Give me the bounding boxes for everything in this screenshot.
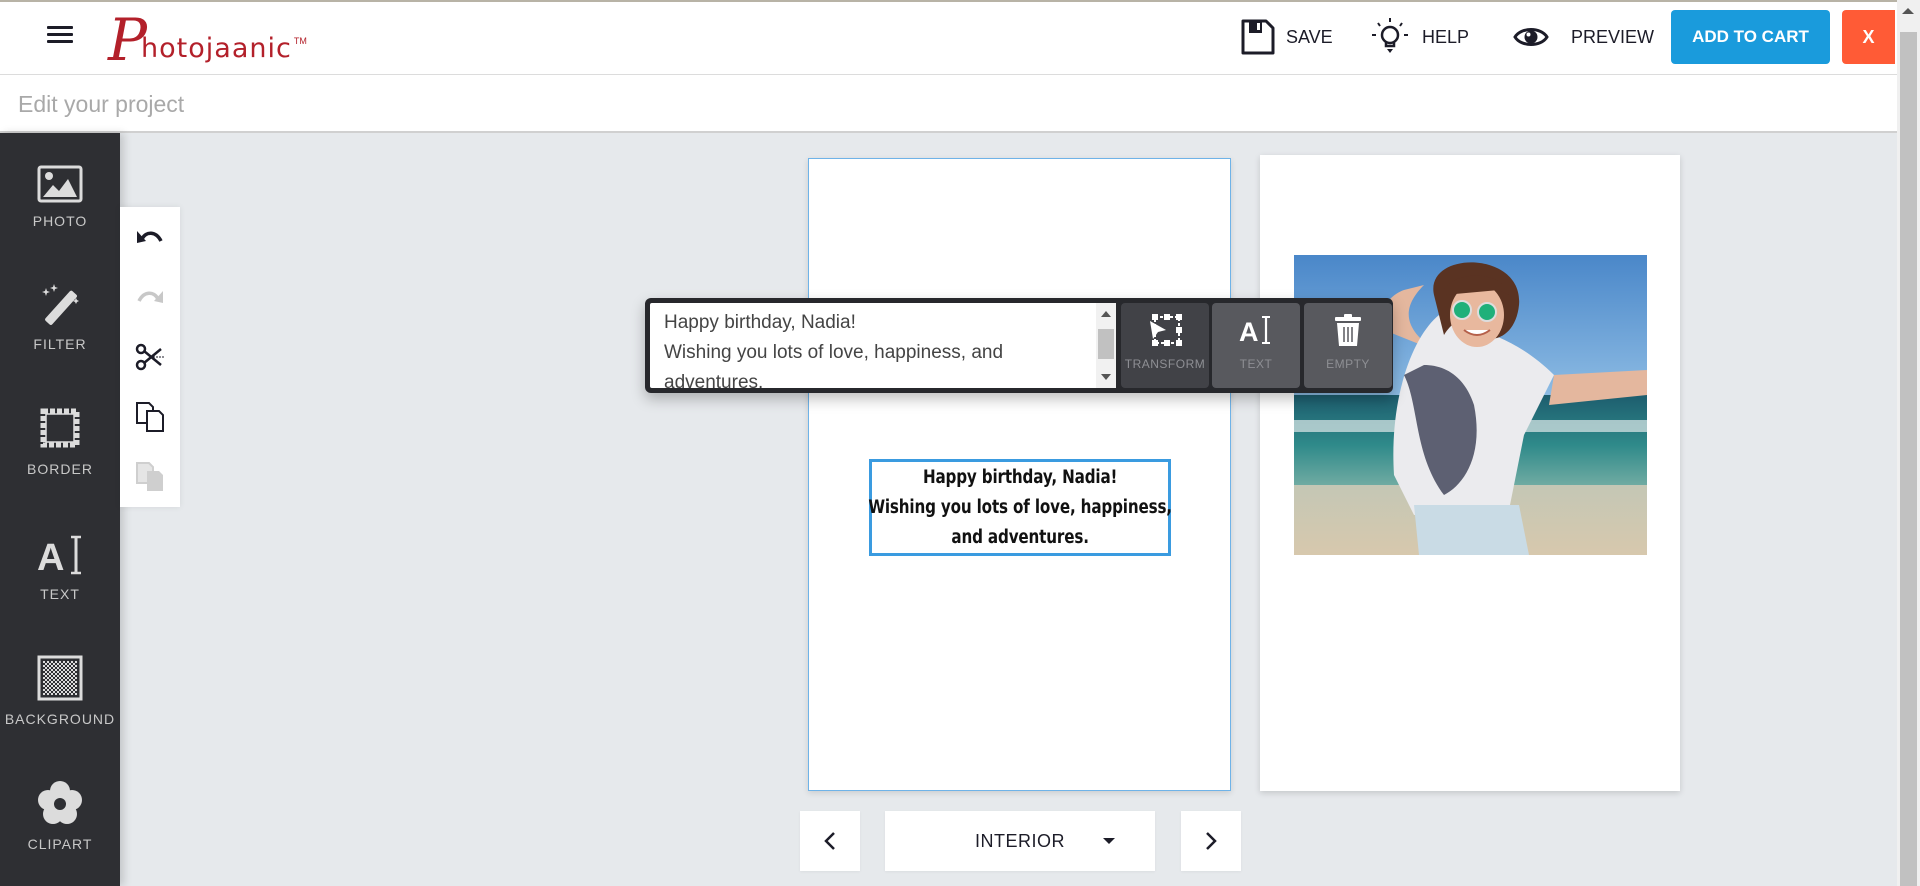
help-button[interactable]: HELP [1368,12,1469,62]
scroll-up-arrow-icon[interactable] [1101,311,1111,317]
save-label: SAVE [1286,26,1333,47]
sidebar-item-filter[interactable]: FILTER [0,276,120,376]
empty-button[interactable]: EMPTY [1304,303,1392,388]
sidebar-item-border[interactable]: BORDER [0,401,120,501]
scroll-down-arrow-icon[interactable] [1101,374,1111,380]
page-select-dropdown[interactable]: INTERIOR [885,811,1155,871]
project-title-bar: Edit your project [0,75,1897,133]
card-text-line-3: and adventures. [951,526,1089,548]
empty-label: EMPTY [1326,357,1370,371]
preview-label: PREVIEW [1571,26,1655,47]
text-edit-popup: TRANSFORM A TEXT EMPTY [645,298,1393,393]
scissors-icon [135,343,164,371]
paste-icon [136,462,163,491]
scroll-thumb[interactable] [1900,32,1917,886]
card-text-box[interactable]: Happy birthday, Nadia! Wishing you lots … [868,459,1172,556]
redo-icon [137,291,163,303]
card-page-right[interactable] [1260,155,1680,791]
text-edit-input[interactable] [650,303,1091,388]
preview-button[interactable]: PREVIEW [1513,12,1654,62]
add-to-cart-button[interactable]: ADD TO CART [1671,10,1830,64]
text-icon: A [1239,316,1270,346]
text-style-label: TEXT [1239,357,1273,371]
redo-button[interactable] [120,267,180,327]
next-page-button[interactable] [1181,811,1241,871]
sidebar-item-text[interactable]: A TEXT [0,526,120,626]
text-icon: A [37,535,81,576]
text-style-button[interactable]: A TEXT [1212,303,1300,388]
text-input-scroll-thumb[interactable] [1098,329,1114,359]
logo-trademark: TM [293,36,307,46]
photojaanic-logo[interactable]: P hotojaanic TM [108,4,307,70]
svg-text:A: A [1239,317,1259,346]
chevron-right-icon [1206,832,1217,850]
project-title[interactable]: Edit your project [18,91,184,118]
trash-icon [1335,314,1361,346]
photo-icon [37,165,83,203]
card-text-line-1: Happy birthday, Nadia! [922,466,1118,488]
logo-text: hotojaanic [141,33,292,64]
text-input-wrapper [650,303,1116,388]
lightbulb-icon [1372,18,1408,53]
close-button[interactable]: X [1842,10,1895,64]
previous-page-button[interactable] [800,811,860,871]
copy-icon [136,402,164,432]
sidebar-item-photo[interactable]: PHOTO [0,153,120,253]
background-icon [37,655,83,701]
undo-icon [137,231,163,243]
save-icon [1241,19,1275,55]
sidebar-item-clipart[interactable]: CLIPART [0,776,120,876]
transform-label: TRANSFORM [1124,357,1206,371]
chevron-left-icon [824,832,835,850]
sidebar-item-background[interactable]: BACKGROUND [0,651,120,751]
text-input-scrollbar[interactable] [1096,303,1116,388]
save-button[interactable]: SAVE [1240,12,1333,62]
undo-button[interactable] [120,207,180,267]
edit-toolbar [120,207,180,507]
cut-button[interactable] [120,327,180,387]
flower-icon [38,781,82,824]
scroll-up-arrow-icon[interactable] [1902,8,1914,14]
sidebar-label-photo: PHOTO [32,213,88,229]
caret-down-icon [1103,838,1115,844]
transform-button[interactable]: TRANSFORM [1121,303,1209,388]
sidebar-label-border: BORDER [27,461,93,477]
card-text-line-2: Wishing you lots of love, happiness, [868,496,1172,518]
magic-wand-icon [42,284,79,325]
page-scrollbar[interactable] [1897,0,1920,886]
sidebar-label-filter: FILTER [33,336,87,352]
copy-button[interactable] [120,387,180,447]
help-label: HELP [1422,26,1470,47]
hamburger-menu-icon[interactable] [47,22,73,48]
page-select-value: INTERIOR [974,830,1065,851]
sidebar-label-background: BACKGROUND [4,711,116,727]
paste-button[interactable] [120,447,180,507]
top-header: P hotojaanic TM SAVE HELP PREVIEW ADD TO… [0,0,1897,75]
transform-icon [1150,314,1182,346]
sidebar-label-text: TEXT [40,586,80,602]
sidebar-label-clipart: CLIPART [27,836,93,852]
tool-sidebar: PHOTO FILTER BORDER A TEXT BACKGROUND CL… [0,133,120,886]
svg-text:A: A [37,537,64,576]
eye-icon [1513,28,1549,46]
border-icon [40,408,80,448]
